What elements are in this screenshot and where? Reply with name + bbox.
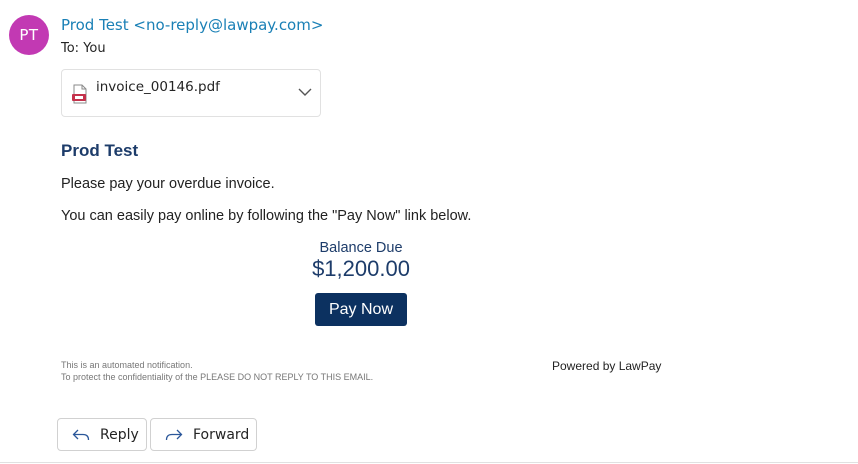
- balance-due-label: Balance Due: [319, 240, 403, 256]
- sender-name[interactable]: Prod Test <no-reply@lawpay.com>: [61, 16, 323, 34]
- balance-due-amount: $1,200.00: [312, 256, 410, 281]
- avatar-initials: PT: [19, 26, 39, 44]
- body-paragraph-instructions: You can easily pay online by following t…: [61, 208, 472, 224]
- powered-by-text: Powered by LawPay: [552, 359, 662, 373]
- attachment-card[interactable]: invoice_00146.pdf: [61, 69, 321, 117]
- sender-avatar[interactable]: PT: [9, 15, 49, 55]
- forward-arrow-icon: [165, 429, 183, 440]
- footer-confidentiality: To protect the confidentiality of the PL…: [61, 372, 374, 382]
- forward-label: Forward: [193, 426, 250, 443]
- forward-button[interactable]: Forward: [150, 418, 257, 451]
- recipient-line: To: You: [61, 41, 106, 56]
- reply-label: Reply: [100, 426, 139, 443]
- reply-button[interactable]: Reply: [57, 418, 147, 451]
- reply-arrow-icon: [72, 429, 90, 440]
- email-heading: Prod Test: [61, 141, 139, 160]
- bottom-divider: [0, 462, 858, 463]
- to-label: To:: [61, 41, 80, 56]
- pdf-file-icon: [72, 84, 87, 104]
- pay-now-button[interactable]: Pay Now: [315, 293, 407, 326]
- footer-notice: This is an automated notification.: [61, 360, 193, 370]
- attachment-filename: invoice_00146.pdf: [96, 79, 220, 95]
- to-value[interactable]: You: [83, 41, 105, 56]
- chevron-down-icon[interactable]: [298, 87, 312, 97]
- body-paragraph-overdue: Please pay your overdue invoice.: [61, 176, 275, 192]
